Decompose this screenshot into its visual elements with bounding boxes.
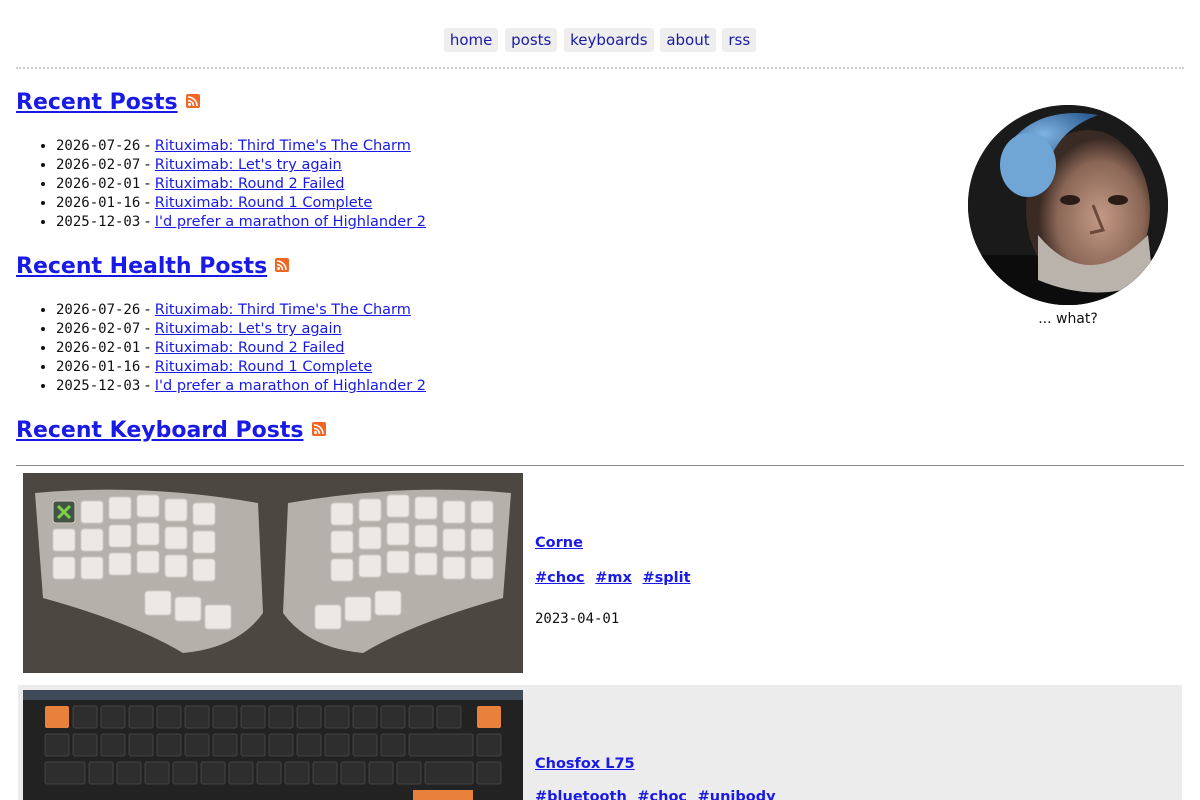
list-item: 2026-07-26 - Rituximab: Third Time's The… <box>56 301 426 320</box>
separator: - <box>140 138 155 154</box>
page: home posts keyboards about rss Recent Po… <box>0 0 1200 800</box>
post-link[interactable]: Rituximab: Round 1 Complete <box>155 195 373 211</box>
rss-icon[interactable] <box>185 94 200 108</box>
nav-rss[interactable]: rss <box>722 28 757 52</box>
recent-keyboard-posts-heading: Recent Keyboard Posts <box>16 418 326 443</box>
chosfox-keyboard-photo <box>23 690 523 800</box>
nav-about[interactable]: about <box>660 28 716 52</box>
recent-posts-heading: Recent Posts <box>16 90 200 115</box>
tag-link[interactable]: #bluetooth <box>535 789 627 800</box>
avatar-caption: ... what? <box>1038 311 1098 327</box>
post-date: 2025-12-03 <box>56 214 141 230</box>
separator: - <box>140 359 155 375</box>
separator: - <box>140 378 155 394</box>
post-link[interactable]: Rituximab: Let's try again <box>155 157 342 173</box>
post-link[interactable]: Rituximab: Third Time's The Charm <box>155 302 411 318</box>
post-link[interactable]: Rituximab: Third Time's The Charm <box>155 138 411 154</box>
separator: - <box>140 321 155 337</box>
tag-link[interactable]: #split <box>642 570 690 586</box>
tag-link[interactable]: #choc <box>535 570 585 586</box>
keyboard-tags: #bluetooth #choc #unibody <box>535 789 782 800</box>
keyboard-title-link[interactable]: Chosfox L75 <box>535 756 635 772</box>
recent-posts-link[interactable]: Recent Posts <box>16 90 178 115</box>
tag-link[interactable]: #choc <box>637 789 687 800</box>
post-link[interactable]: Rituximab: Round 1 Complete <box>155 359 373 375</box>
nav-keyboards[interactable]: keyboards <box>564 28 654 52</box>
list-item: 2026-02-07 - Rituximab: Let's try again <box>56 156 426 175</box>
list-item: 2026-02-01 - Rituximab: Round 2 Failed <box>56 339 426 358</box>
list-item: 2025-12-03 - I'd prefer a marathon of Hi… <box>56 377 426 396</box>
avatar-block: ... what? <box>968 105 1168 327</box>
tag-link[interactable]: #mx <box>595 570 632 586</box>
post-date: 2025-12-03 <box>56 378 141 394</box>
keyboard-divider <box>16 465 1184 466</box>
separator: - <box>140 214 155 230</box>
post-date: 2026-01-16 <box>56 195 141 211</box>
list-item: 2026-07-26 - Rituximab: Third Time's The… <box>56 137 426 156</box>
corne-keyboard-photo <box>23 473 523 673</box>
post-date: 2026-01-16 <box>56 359 141 375</box>
list-item: 2026-01-16 - Rituximab: Round 1 Complete <box>56 194 426 213</box>
keyboard-tags: #choc #mx #split <box>535 570 697 586</box>
top-nav: home posts keyboards about rss <box>0 28 1200 52</box>
nav-home[interactable]: home <box>443 28 499 52</box>
table-row: Chosfox L75 #bluetooth #choc #unibody <box>18 685 1182 800</box>
rss-icon[interactable] <box>275 258 290 272</box>
rss-icon[interactable] <box>311 422 326 436</box>
separator: - <box>140 340 155 356</box>
post-date: 2026-02-07 <box>56 157 141 173</box>
avatar-photo <box>968 105 1168 305</box>
recent-posts-list: 2026-07-26 - Rituximab: Third Time's The… <box>16 137 426 232</box>
keyboard-title-link[interactable]: Corne <box>535 535 583 551</box>
post-link[interactable]: I'd prefer a marathon of Highlander 2 <box>155 214 426 230</box>
recent-keyboard-posts-link[interactable]: Recent Keyboard Posts <box>16 418 304 443</box>
recent-health-posts-link[interactable]: Recent Health Posts <box>16 254 267 279</box>
keyboard-image[interactable] <box>23 473 523 673</box>
post-date: 2026-02-07 <box>56 321 141 337</box>
post-link[interactable]: Rituximab: Round 2 Failed <box>155 176 345 192</box>
tag-link[interactable]: #unibody <box>698 789 776 800</box>
post-date: 2026-02-01 <box>56 176 141 192</box>
nav-divider <box>16 67 1184 69</box>
keyboard-image[interactable] <box>23 690 523 800</box>
separator: - <box>140 302 155 318</box>
avatar <box>968 105 1168 305</box>
post-link[interactable]: Rituximab: Round 2 Failed <box>155 340 345 356</box>
separator: - <box>140 157 155 173</box>
recent-health-posts-list: 2026-07-26 - Rituximab: Third Time's The… <box>16 301 426 396</box>
post-link[interactable]: I'd prefer a marathon of Highlander 2 <box>155 378 426 394</box>
table-row: Corne #choc #mx #split 2023-04-01 <box>18 468 1182 673</box>
list-item: 2026-02-01 - Rituximab: Round 2 Failed <box>56 175 426 194</box>
nav-posts[interactable]: posts <box>505 28 558 52</box>
post-date: 2026-02-01 <box>56 340 141 356</box>
post-date: 2026-07-26 <box>56 138 141 154</box>
post-date: 2026-07-26 <box>56 302 141 318</box>
list-item: 2025-12-03 - I'd prefer a marathon of Hi… <box>56 213 426 232</box>
recent-health-posts-heading: Recent Health Posts <box>16 254 290 279</box>
list-item: 2026-02-07 - Rituximab: Let's try again <box>56 320 426 339</box>
keyboard-date: 2023-04-01 <box>535 611 620 627</box>
separator: - <box>140 195 155 211</box>
separator: - <box>140 176 155 192</box>
list-item: 2026-01-16 - Rituximab: Round 1 Complete <box>56 358 426 377</box>
post-link[interactable]: Rituximab: Let's try again <box>155 321 342 337</box>
